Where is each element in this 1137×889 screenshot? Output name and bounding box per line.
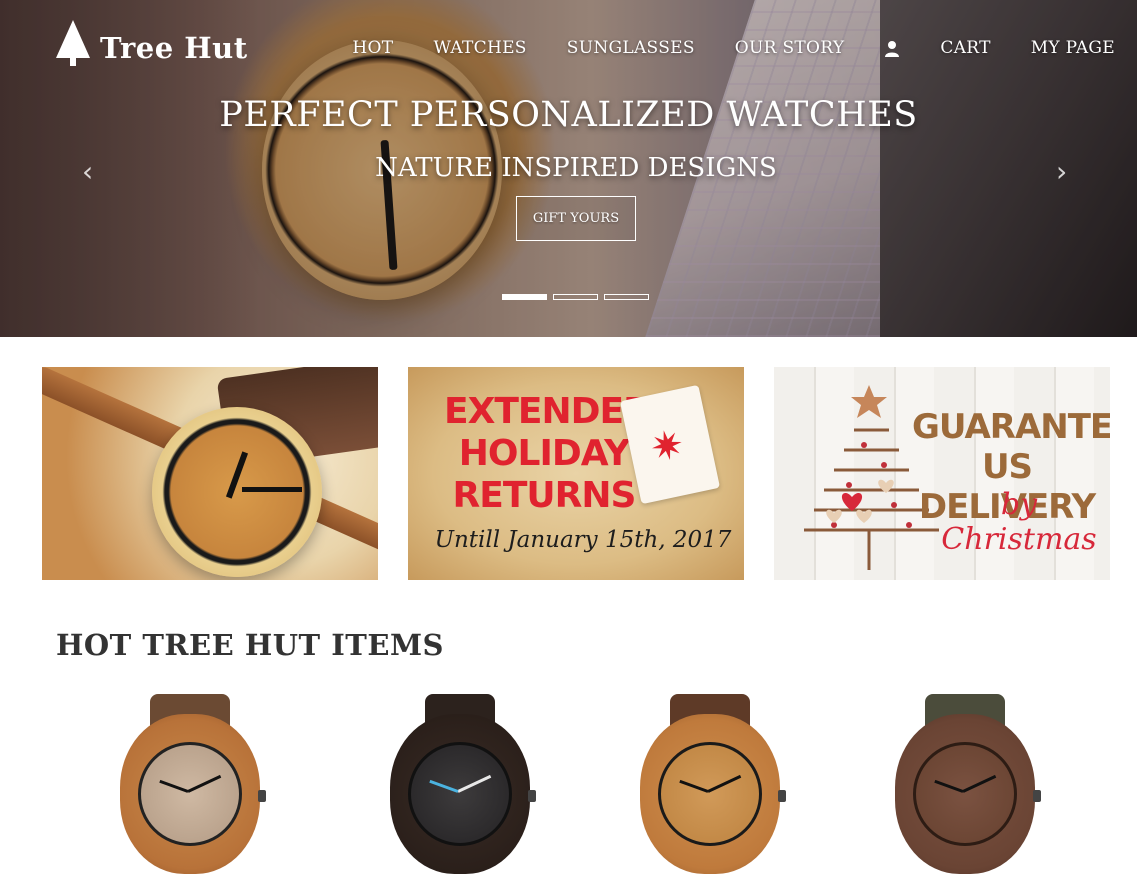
promo-delivery-sub: by Christmas <box>941 487 1097 557</box>
carousel-dot-2[interactable] <box>553 294 598 300</box>
tree-icon <box>56 20 90 66</box>
product-watch-crown <box>258 790 266 802</box>
promo-holiday-line: HOLIDAY <box>458 433 630 474</box>
poinsettia-icon: ✷ <box>645 420 689 473</box>
brand-logo[interactable]: Tree Hut <box>54 18 248 68</box>
promo-tile-guaranteed-delivery[interactable]: GUARANTEED US DELIVERY by Christmas <box>774 367 1110 580</box>
carousel-prev-icon[interactable]: ‹ <box>82 155 93 188</box>
nav-my-page[interactable]: MY PAGE <box>1031 38 1115 58</box>
product-card[interactable] <box>100 694 280 889</box>
promo-holiday-line: EXTENDED <box>444 391 653 432</box>
nav-watches[interactable]: WATCHES <box>433 38 526 58</box>
section-title: HOT TREE HUT ITEMS <box>56 628 444 662</box>
product-watch-dial <box>658 742 762 846</box>
promo-tile-holiday-returns[interactable]: EXTENDED HOLIDAY RETURNS ✷ Untill Januar… <box>408 367 744 580</box>
promo-tile-watch[interactable] <box>42 367 378 580</box>
carousel-dot-3[interactable] <box>604 294 649 300</box>
hero-title: PERFECT PERSONALIZED WATCHES <box>219 95 918 135</box>
product-watch-dial <box>913 742 1017 846</box>
product-card[interactable] <box>370 694 550 889</box>
main-nav: HOT WATCHES SUNGLASSES OUR STORY CART MY… <box>352 38 1115 58</box>
promo-delivery-line: GUARANTEED <box>912 407 1110 447</box>
user-icon <box>885 40 900 57</box>
product-watch-dial <box>408 742 512 846</box>
nav-cart[interactable]: CART <box>940 38 990 58</box>
product-card[interactable] <box>620 694 800 889</box>
product-card[interactable] <box>875 694 1055 889</box>
brand-name: Tree Hut <box>100 31 248 65</box>
nav-account[interactable] <box>884 40 900 57</box>
nav-sunglasses[interactable]: SUNGLASSES <box>567 38 695 58</box>
product-watch-dial <box>138 742 242 846</box>
promo-holiday-date: Untill January 15th, 2017 <box>434 527 732 553</box>
carousel-indicators <box>502 294 649 300</box>
product-watch-crown <box>1033 790 1041 802</box>
carousel-next-icon[interactable]: › <box>1056 155 1067 188</box>
nav-our-story[interactable]: OUR STORY <box>735 38 845 58</box>
hero-subtitle: NATURE INSPIRED DESIGNS <box>375 153 777 183</box>
promo-holiday-line: RETURNS <box>452 475 637 516</box>
product-watch-crown <box>778 790 786 802</box>
product-watch-crown <box>528 790 536 802</box>
gift-yours-button[interactable]: GIFT YOURS <box>516 196 636 241</box>
hero-carousel: Tree Hut HOT WATCHES SUNGLASSES OUR STOR… <box>0 0 1137 337</box>
nav-hot[interactable]: HOT <box>352 38 393 58</box>
carousel-dot-1[interactable] <box>502 294 547 300</box>
promo-watch-hand <box>242 487 302 492</box>
promo-watch-image <box>152 407 322 577</box>
